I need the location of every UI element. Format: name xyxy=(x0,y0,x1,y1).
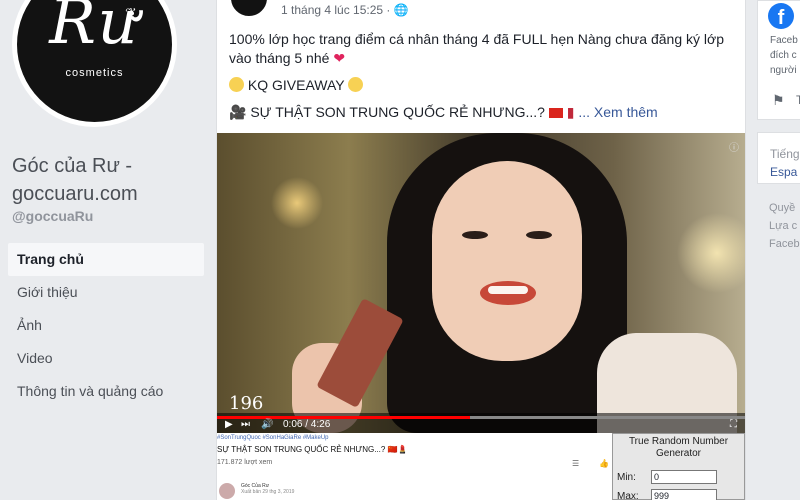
post-card: Rư 1 tháng 4 lúc 15:25 · 🌐 100% lớp học … xyxy=(216,0,746,500)
fb-info-link[interactable]: T xyxy=(796,93,800,107)
post-line-1: 100% lớp học trang điểm cá nhân tháng 4 … xyxy=(229,30,729,68)
right-eye xyxy=(526,231,552,239)
logo-text: Rư xyxy=(49,0,140,58)
next-icon[interactable]: ⏭ xyxy=(241,419,250,430)
post-timestamp[interactable]: 1 tháng 4 lúc 15:25 · 🌐 xyxy=(281,3,409,17)
post-time-text: 1 tháng 4 lúc 15:25 · xyxy=(281,3,391,17)
post-line-3-text: SỰ THẬT SON TRUNG QUỐC RẺ NHƯNG...? xyxy=(250,104,545,120)
video-hashtags: #SonTrungQuoc #SonHaGiaRe #MakeUp xyxy=(217,435,329,441)
language-box: Tiếng Espa xyxy=(757,132,800,184)
video-subject-face xyxy=(432,161,582,361)
random-number-widget: True Random Number Generator Min: 0 Max:… xyxy=(612,433,745,500)
youtube-screenshot-panel: #SonTrungQuoc #SonHaGiaRe #MakeUp SỰ THẬ… xyxy=(217,433,745,500)
playlist-icon: ☰ xyxy=(572,459,580,468)
play-icon[interactable]: ▶ xyxy=(225,419,233,430)
china-flag-icon xyxy=(548,108,563,118)
flag-lipstick-icon: 🇨🇳💄 xyxy=(387,445,408,454)
trng-max-label: Max: xyxy=(617,491,639,500)
leaf-icon: ❦ xyxy=(125,5,137,21)
page-profile-picture[interactable]: Rư ❦ cosmetics xyxy=(12,0,177,127)
nav-item-info-ads[interactable]: Thông tin và quảng cáo xyxy=(8,375,204,408)
youtube-video-title: SỰ THẬT SON TRUNG QUỐC RẺ NHƯNG...? 🇨🇳💄 xyxy=(217,445,408,454)
youtube-video-title-text: SỰ THẬT SON TRUNG QUỐC RẺ NHƯNG...? xyxy=(217,445,386,454)
page-nav: Trang chủ Giới thiệu Ảnh Video Thông tin… xyxy=(8,243,204,408)
flag-icon[interactable]: ⚑ xyxy=(772,92,785,109)
facebook-icon: f xyxy=(768,3,794,29)
trng-min-label: Min: xyxy=(617,472,636,483)
footer-link-facebook[interactable]: Faceb xyxy=(769,238,800,250)
info-icon[interactable]: ⓘ xyxy=(729,139,739,154)
language-title: Tiếng xyxy=(770,147,800,161)
youtube-date: Xuất bản 29 thg 3, 2019 xyxy=(241,489,295,495)
video-progress-fill xyxy=(217,416,471,419)
left-eye xyxy=(462,231,488,239)
nav-item-photos[interactable]: Ảnh xyxy=(8,309,204,342)
volume-icon[interactable]: 🔊 xyxy=(261,419,273,430)
youtube-author-avatar xyxy=(219,483,235,499)
right-sidebar: f Faceb đích c người ⚑ T Tiếng Espa Quyề… xyxy=(757,0,800,500)
trng-min-input[interactable]: 0 xyxy=(651,470,717,484)
fullscreen-icon[interactable]: ⛶ xyxy=(730,419,737,430)
teeth xyxy=(488,286,528,294)
smile-emoji-icon xyxy=(229,77,244,92)
globe-icon: 🌐 xyxy=(393,3,409,17)
post-line-1-text: 100% lớp học trang điểm cá nhân tháng 4 … xyxy=(229,31,724,66)
heart-icon: ❤ xyxy=(333,50,346,66)
page-sidebar: Rư ❦ cosmetics Góc của Rư - goccuaru.com… xyxy=(0,0,210,500)
video-overlay-number: 196 xyxy=(229,393,264,414)
post-line-2-text: KQ GIVEAWAY xyxy=(247,77,345,93)
fb-info-text-1: Faceb xyxy=(770,35,798,46)
post-line-2: KQ GIVEAWAY xyxy=(229,76,729,95)
video-time: 0:06 / 4:26 xyxy=(283,419,331,430)
fb-info-text-2: đích c xyxy=(770,50,797,61)
trng-max-input[interactable]: 999 xyxy=(651,489,717,500)
trng-title: True Random Number Generator xyxy=(628,436,729,459)
like-icon: 👍 xyxy=(599,459,609,468)
nav-item-home[interactable]: Trang chủ xyxy=(8,243,204,276)
facebook-info-box: f Faceb đích c người ⚑ T xyxy=(757,0,800,120)
post-author-avatar[interactable]: Rư xyxy=(229,0,269,18)
smile-emoji-icon xyxy=(348,77,364,92)
logo-subtext: cosmetics xyxy=(65,67,124,79)
page-title[interactable]: Góc của Rư - goccuaru.com xyxy=(12,152,202,208)
youtube-view-count: 171.872 lượt xem xyxy=(217,459,273,466)
footer-link-adchoices[interactable]: Lựa c xyxy=(769,220,797,232)
footer-link-privacy[interactable]: Quyề xyxy=(769,202,795,214)
post-line-3: 🎥 SỰ THẬT SON TRUNG QUỐC RẺ NHƯNG...? ▮ … xyxy=(229,103,729,122)
see-more-link[interactable]: ... Xem thêm xyxy=(578,104,657,120)
fb-info-text-3: người xyxy=(770,65,797,76)
ru-cosmetics-logo: Rư ❦ cosmetics xyxy=(17,0,172,122)
lipstick-icon: ▮ xyxy=(566,104,575,120)
page-handle[interactable]: @goccuaRu xyxy=(12,208,93,224)
post-body: 100% lớp học trang điểm cá nhân tháng 4 … xyxy=(229,30,729,130)
nav-item-videos[interactable]: Video xyxy=(8,342,204,375)
video-player[interactable]: ⓘ 196 ▶ ⏭ 🔊 0:06 / 4:26 ⛶ xyxy=(217,133,745,433)
language-link-spanish[interactable]: Espa xyxy=(770,165,797,179)
nav-item-about[interactable]: Giới thiệu xyxy=(8,276,204,309)
video-camera-icon: 🎥 xyxy=(229,104,247,120)
